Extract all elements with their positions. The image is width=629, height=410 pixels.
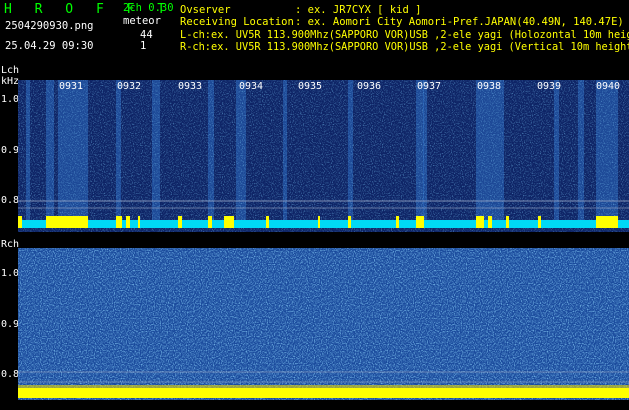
time-label-0936: 0936 <box>357 81 382 92</box>
lch-ytick-0-8: 0.8 <box>1 195 20 206</box>
time-label-0933: 0933 <box>178 81 203 92</box>
lch-ytick-1-0: 1.0 <box>1 94 20 105</box>
lch-spectrogram <box>18 80 629 232</box>
mode-label: 2ch 0.30 <box>123 2 174 14</box>
rch-channel-label: Rch <box>1 239 20 250</box>
filename-label: 2504290930.png <box>5 20 94 32</box>
mode-type-label: meteor <box>123 15 161 27</box>
rch-ytick-0-8: 0.8 <box>1 369 20 380</box>
lch-count: 44 <box>140 29 153 41</box>
rch-count: 1 <box>140 40 147 52</box>
lch-receiver-info: L-ch:ex. UV5R 113.900Mhz(SAPPORO VOR)USB… <box>180 29 629 41</box>
datetime-label: 25.04.29 09:30 <box>5 40 94 52</box>
time-label-0932: 0932 <box>117 81 142 92</box>
rch-receiver-info: R-ch:ex. UV5R 113.900Mhz(SAPPORO VOR)USB… <box>180 41 629 53</box>
lch-ytick-0-9: 0.9 <box>1 145 20 156</box>
lch-channel-label: Lch <box>1 65 20 76</box>
rch-ytick-1-0: 1.0 <box>1 268 20 279</box>
time-label-0939: 0939 <box>537 81 562 92</box>
time-label-0940: 0940 <box>596 81 621 92</box>
rch-spectrogram <box>18 248 629 400</box>
rch-ytick-0-9: 0.9 <box>1 319 20 330</box>
observer-value: : ex. JR7CYX [ kid ] <box>295 4 422 16</box>
lch-unit-label: kHz <box>1 76 20 87</box>
time-label-0938: 0938 <box>477 81 502 92</box>
time-label-0934: 0934 <box>239 81 264 92</box>
time-label-0937: 0937 <box>417 81 442 92</box>
observer-label: Ovserver <box>180 4 231 16</box>
time-label-0931: 0931 <box>59 81 84 92</box>
location-value: : ex. Aomori City Aomori-Pref.JAPAN(40.4… <box>295 16 624 28</box>
location-label: Receiving Location <box>180 16 294 28</box>
time-label-0935: 0935 <box>298 81 323 92</box>
